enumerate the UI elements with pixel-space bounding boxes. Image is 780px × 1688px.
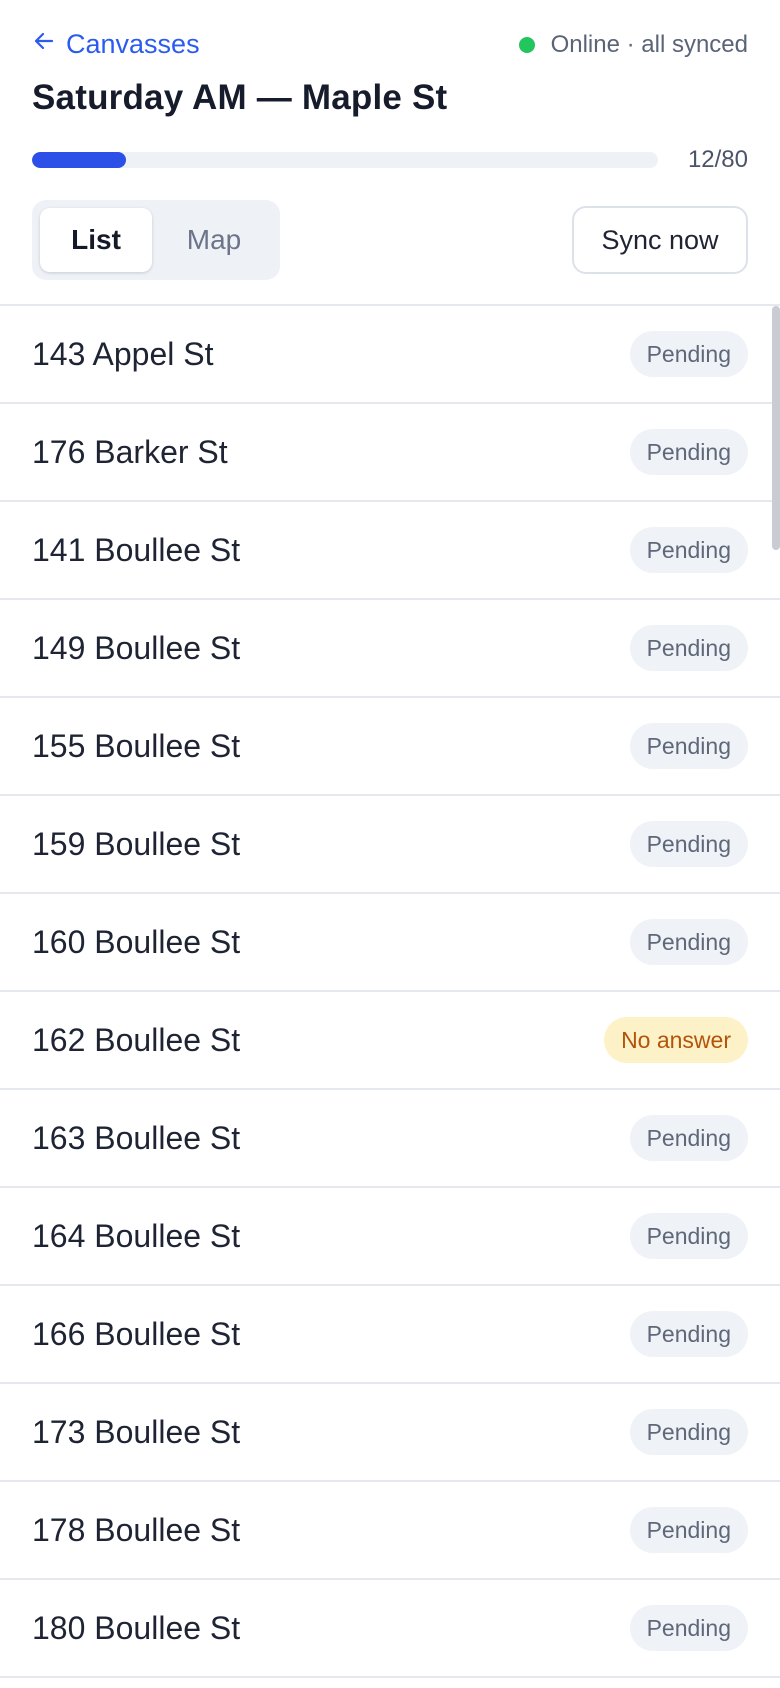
list-item[interactable]: 163 Boullee St Pending: [0, 1090, 780, 1188]
list-scrollbar[interactable]: [772, 306, 780, 550]
list-item[interactable]: 166 Boullee St Pending: [0, 1286, 780, 1384]
progress-bar-fill: [32, 152, 126, 168]
view-toggle: List Map: [32, 200, 280, 280]
house-address: 155 Boullee St: [32, 727, 241, 764]
back-link-label: Canvasses: [66, 28, 200, 59]
tab-list[interactable]: List: [40, 208, 152, 272]
progress-count: 12/80: [687, 146, 748, 173]
sync-status-text: Online · all synced: [550, 31, 748, 58]
house-address: 173 Boullee St: [32, 1413, 241, 1450]
list-item[interactable]: 178 Boullee St Pending: [0, 1482, 780, 1580]
status-badge: Pending: [629, 821, 748, 867]
status-badge: Pending: [629, 331, 748, 377]
progress-bar: [32, 152, 658, 168]
house-address: 163 Boullee St: [32, 1119, 241, 1156]
status-badge: Pending: [629, 429, 748, 475]
header: Canvasses Online · all synced Saturday A…: [0, 0, 780, 305]
arrow-left-icon: [32, 29, 56, 60]
house-list[interactable]: 143 Appel St Pending 176 Barker St Pendi…: [0, 304, 780, 1688]
page-title: Saturday AM — Maple St: [32, 78, 448, 117]
sync-now-button[interactable]: Sync now: [572, 206, 748, 274]
status-badge: Pending: [629, 527, 748, 573]
online-dot-icon: [518, 37, 535, 53]
house-address: 178 Boullee St: [32, 1511, 241, 1548]
house-address: 141 Boullee St: [32, 531, 241, 568]
list-item[interactable]: 180 Boullee St Pending: [0, 1580, 780, 1678]
house-address: 166 Boullee St: [32, 1315, 241, 1352]
list-item[interactable]: 141 Boullee St Pending: [0, 502, 780, 600]
house-address: 176 Barker St: [32, 433, 228, 470]
tab-map[interactable]: Map: [158, 208, 270, 272]
house-address: 164 Boullee St: [32, 1217, 241, 1254]
status-badge: No answer: [604, 1017, 748, 1063]
house-address: 159 Boullee St: [32, 825, 241, 862]
status-badge: Pending: [629, 919, 748, 965]
status-badge: Pending: [629, 723, 748, 769]
status-badge: Pending: [629, 1115, 748, 1161]
list-item[interactable]: 155 Boullee St Pending: [0, 698, 780, 796]
list-item[interactable]: 160 Boullee St Pending: [0, 894, 780, 992]
list-item[interactable]: 162 Boullee St No answer: [0, 992, 780, 1090]
status-badge: Pending: [629, 1311, 748, 1357]
back-link[interactable]: Canvasses: [32, 26, 200, 62]
list-item[interactable]: 143 Appel St Pending: [0, 306, 780, 404]
list-item[interactable]: 159 Boullee St Pending: [0, 796, 780, 894]
house-address: 160 Boullee St: [32, 923, 241, 960]
status-badge: Pending: [629, 625, 748, 671]
canvass-screen: Canvasses Online · all synced Saturday A…: [0, 0, 780, 1688]
status-badge: Pending: [629, 1507, 748, 1553]
house-address: 149 Boullee St: [32, 629, 241, 666]
status-badge: Pending: [629, 1213, 748, 1259]
list-item[interactable]: 173 Boullee St Pending: [0, 1384, 780, 1482]
status-badge: Pending: [629, 1605, 748, 1651]
status-badge: Pending: [629, 1409, 748, 1455]
house-address: 162 Boullee St: [32, 1021, 241, 1058]
house-address: 143 Appel St: [32, 335, 214, 372]
list-item[interactable]: 164 Boullee St Pending: [0, 1188, 780, 1286]
sync-status: Online · all synced: [518, 28, 748, 62]
list-item[interactable]: 149 Boullee St Pending: [0, 600, 780, 698]
list-item[interactable]: 176 Barker St Pending: [0, 404, 780, 502]
house-address: 180 Boullee St: [32, 1609, 241, 1646]
